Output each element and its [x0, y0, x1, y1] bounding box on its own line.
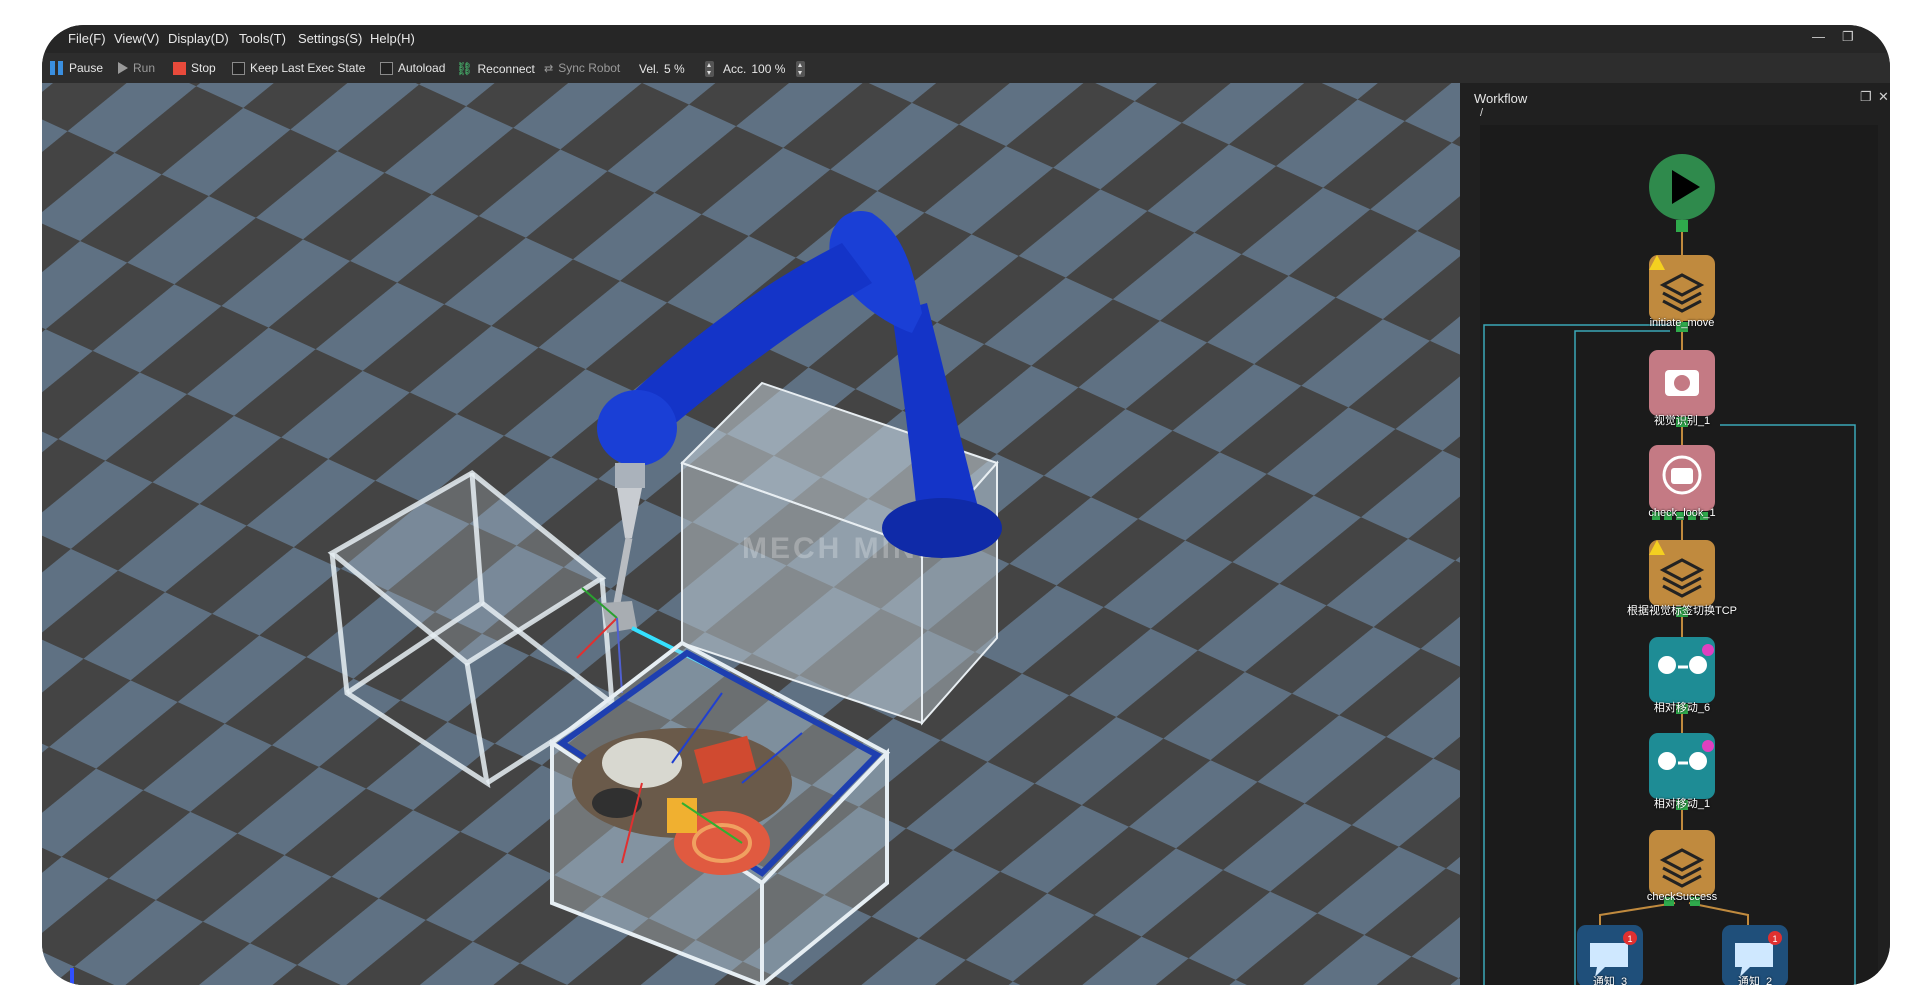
node-label: initiate_move — [1649, 317, 1715, 329]
sync-robot-button[interactable]: ⇄ Sync Robot — [544, 61, 620, 75]
workflow-panel: Workflow ❐ ✕ / 1 1 initiate_move 视觉识别_1 … — [1460, 83, 1890, 985]
keep-last-label: Keep Last Exec State — [250, 61, 366, 75]
node-label: 根据视觉标签切换TCP — [1627, 605, 1737, 617]
pause-button[interactable]: Pause — [50, 61, 103, 75]
acc-value[interactable]: 100 % — [751, 62, 791, 76]
3d-viewport[interactable]: MECH MIND — [42, 83, 1460, 985]
node-label: 视觉识别_1 — [1653, 415, 1711, 427]
vel-label: Vel. — [639, 62, 660, 76]
node-label: 相对移动_1 — [1653, 798, 1711, 810]
run-button[interactable]: Run — [118, 61, 155, 75]
close-icon[interactable]: ✕ — [1878, 89, 1889, 105]
autoload-label: Autoload — [398, 61, 446, 75]
stop-icon — [173, 61, 186, 75]
node-label: checkSuccess — [1646, 891, 1718, 903]
app-window: File(F) View(V) Display(D) Tools(T) Sett… — [42, 25, 1890, 985]
acc-label: Acc. — [723, 62, 747, 76]
pause-label: Pause — [69, 61, 104, 75]
vel-value[interactable]: 5 % — [664, 62, 700, 76]
restore-icon[interactable]: ❐ — [1842, 29, 1854, 45]
menu-file[interactable]: File(F) — [68, 31, 106, 46]
vel-spinner[interactable] — [705, 61, 715, 77]
acc-spinner[interactable] — [796, 61, 806, 77]
node-label: 通知_3 — [1592, 976, 1628, 985]
reconnect-button[interactable]: ⛓ Reconnect — [456, 61, 535, 77]
menu-bar: File(F) View(V) Display(D) Tools(T) Sett… — [42, 25, 1890, 53]
menu-tools[interactable]: Tools(T) — [239, 31, 286, 46]
sync-robot-label: Sync Robot — [558, 61, 621, 75]
menu-display[interactable]: Display(D) — [168, 31, 229, 46]
autoload-checkbox[interactable]: Autoload — [380, 61, 445, 75]
reconnect-label: Reconnect — [477, 62, 535, 76]
workflow-title: Workflow — [1474, 91, 1528, 106]
stop-label: Stop — [191, 61, 216, 75]
scene-svg: MECH MIND — [42, 83, 1460, 985]
link-icon: ⛓ — [456, 61, 473, 76]
menu-help[interactable]: Help(H) — [370, 31, 415, 46]
checkbox-icon — [232, 61, 245, 75]
pause-icon — [50, 61, 64, 75]
toolbar: Pause Run Stop Keep Last Exec State Auto… — [42, 53, 1890, 84]
notify-3-badge: 1 — [1627, 934, 1632, 944]
run-icon — [118, 62, 128, 74]
vel-control: Vel. 5 % — [639, 61, 715, 77]
workflow-path: / — [1480, 107, 1484, 119]
menu-view[interactable]: View(V) — [114, 31, 159, 46]
minimize-icon[interactable]: — — [1812, 29, 1825, 44]
node-label: 相对移动_6 — [1653, 702, 1711, 714]
run-label: Run — [133, 61, 156, 75]
sync-icon: ⇄ — [544, 62, 554, 75]
float-panel-icon[interactable]: ❐ — [1860, 89, 1872, 105]
stop-button[interactable]: Stop — [173, 61, 216, 75]
node-label: check_look_1 — [1648, 507, 1716, 519]
workflow-graph[interactable]: 1 1 — [1460, 125, 1890, 985]
node-label: 通知_2 — [1737, 976, 1773, 985]
menu-settings[interactable]: Settings(S) — [298, 31, 362, 46]
notify-2-badge: 1 — [1772, 934, 1777, 944]
checkbox-icon — [380, 61, 393, 75]
keep-last-exec-checkbox[interactable]: Keep Last Exec State — [232, 61, 365, 75]
acc-control: Acc. 100 % — [723, 61, 806, 77]
